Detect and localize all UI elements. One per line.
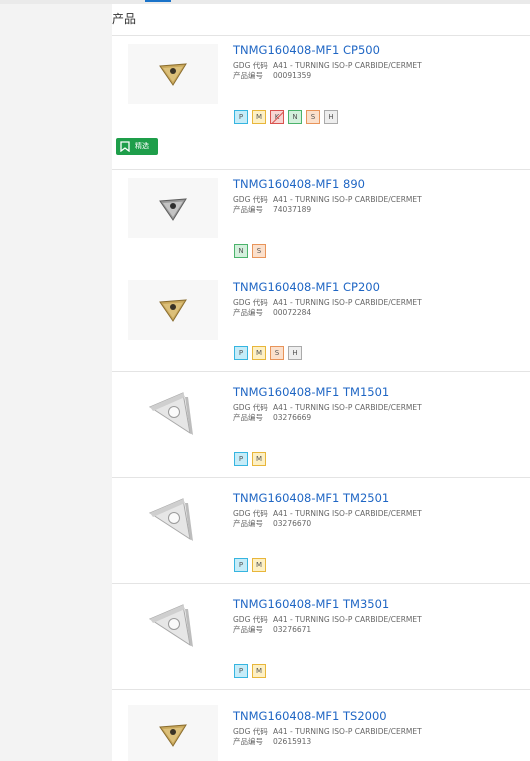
product-number: 产品编号 00072284	[233, 308, 312, 317]
product-card[interactable]: TNMG160408-MF1 TM3501 GDG 代码 A41 - TURNIN…	[112, 584, 530, 690]
product-image[interactable]	[128, 280, 218, 340]
product-card[interactable]: TNMG160408-MF1 TS2000 GDG 代码 A41 - TURNIN…	[112, 690, 530, 761]
product-number: 产品编号 03276671	[233, 625, 312, 634]
product-name-link[interactable]: TNMG160408-MF1 TM1501	[233, 385, 389, 399]
product-name-link[interactable]: TNMG160408-MF1 TM3501	[233, 597, 389, 611]
tag-p: P	[234, 110, 248, 124]
product-number: 产品编号 03276669	[233, 413, 312, 422]
tag-h: H	[324, 110, 338, 124]
product-card[interactable]: TNMG160408-MF1 TM2501 GDG 代码 A41 - TURNIN…	[112, 478, 530, 584]
filter-bar: 精选	[112, 133, 530, 169]
product-card[interactable]: TNMG160408-MF1 TM1501 GDG 代码 A41 - TURNIN…	[112, 372, 530, 478]
material-tags: P M	[234, 452, 266, 466]
sidebar	[0, 4, 112, 761]
silver-insert-icon	[148, 498, 193, 541]
material-tags: P M S H	[234, 346, 302, 360]
grey-insert-icon	[159, 198, 187, 221]
gold-insert-icon	[159, 299, 187, 322]
tag-s: S	[270, 346, 284, 360]
material-tags: P M	[234, 558, 266, 572]
product-name-link[interactable]: TNMG160408-MF1 CP500	[233, 43, 380, 57]
tag-m: M	[252, 664, 266, 678]
product-image[interactable]	[128, 178, 218, 238]
tag-s: S	[306, 110, 320, 124]
product-number: 产品编号 03276670	[233, 519, 312, 528]
gold-insert-icon	[159, 63, 187, 86]
silver-insert-icon	[148, 392, 193, 435]
tag-k: K	[270, 110, 284, 124]
active-tab-indicator	[145, 0, 171, 2]
tag-n: N	[234, 244, 248, 258]
product-image[interactable]	[128, 44, 218, 104]
tag-s: S	[252, 244, 266, 258]
main-content: 产品 TNMG160408-MF1 CP500 GDG 代码 A41 - TURN…	[112, 4, 530, 761]
product-number: 产品编号 74037189	[233, 205, 312, 214]
material-tags: P M K N S H	[234, 110, 338, 124]
gold-insert-icon	[159, 724, 187, 747]
bookmark-icon	[120, 141, 130, 152]
tag-m: M	[252, 452, 266, 466]
tag-p: P	[234, 452, 248, 466]
product-name-link[interactable]: TNMG160408-MF1 890	[233, 177, 365, 191]
product-image[interactable]	[128, 387, 218, 447]
section-title: 产品	[112, 12, 137, 26]
tag-m: M	[252, 346, 266, 360]
product-name-link[interactable]: TNMG160408-MF1 TM2501	[233, 491, 389, 505]
product-card[interactable]: TNMG160408-MF1 CP500 GDG 代码 A41 - TURNING…	[112, 35, 530, 134]
tag-m: M	[252, 558, 266, 572]
product-image[interactable]	[128, 493, 218, 553]
silver-insert-icon	[148, 604, 193, 647]
product-image[interactable]	[128, 599, 218, 659]
tag-p: P	[234, 558, 248, 572]
tag-p: P	[234, 346, 248, 360]
featured-filter-label: 精选	[135, 142, 149, 150]
product-card[interactable]: TNMG160408-MF1 890 GDG 代码 A41 - TURNING I…	[112, 169, 530, 268]
tag-m: M	[252, 110, 266, 124]
tag-n: N	[288, 110, 302, 124]
material-tags: N S	[234, 244, 266, 258]
tag-p: P	[234, 664, 248, 678]
product-name-link[interactable]: TNMG160408-MF1 CP200	[233, 280, 380, 294]
product-image[interactable]	[128, 705, 218, 761]
tag-h: H	[288, 346, 302, 360]
product-card[interactable]: TNMG160408-MF1 CP200 GDG 代码 A41 - TURNING…	[112, 267, 530, 372]
product-number: 产品编号 02615913	[233, 737, 312, 746]
product-name-link[interactable]: TNMG160408-MF1 TS2000	[233, 709, 387, 723]
product-number: 产品编号 00091359	[233, 71, 312, 80]
material-tags: P M	[234, 664, 266, 678]
featured-filter-button[interactable]: 精选	[116, 138, 158, 155]
